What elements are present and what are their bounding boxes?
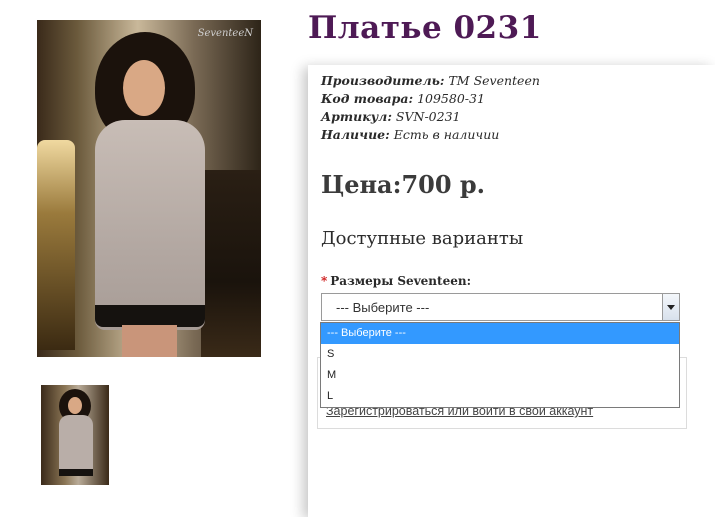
thumb-dress-hem — [59, 469, 93, 476]
model-dress — [95, 120, 205, 330]
size-field-label: * Размеры Seventeen: — [321, 274, 471, 288]
product-title: Платье 0231 — [308, 10, 542, 46]
dress-hem — [95, 305, 205, 327]
product-main-image[interactable]: SeventeeN — [37, 20, 261, 357]
fireplace-decor — [201, 170, 261, 357]
thumb-model-dress — [59, 415, 93, 475]
size-dropdown-list: --- Выберите --- S M L — [320, 322, 680, 408]
image-watermark: SeventeeN — [197, 28, 253, 39]
detail-manufacturer: Производитель: ТМ Seventeen — [321, 72, 540, 90]
detail-label: Код товара: — [321, 91, 414, 106]
size-option-l[interactable]: L — [321, 386, 679, 407]
product-thumbnail[interactable] — [41, 385, 109, 485]
detail-value: ТМ Seventeen — [448, 73, 540, 88]
detail-label: Наличие: — [321, 127, 390, 142]
product-price: Цена:700 р. — [321, 170, 486, 199]
detail-product-code: Код товара: 109580-31 — [321, 90, 485, 108]
size-option-s[interactable]: S — [321, 344, 679, 365]
thumb-model-face — [68, 397, 82, 414]
required-mark: * — [321, 274, 328, 288]
product-info-panel: Производитель: ТМ Seventeen Код товара: … — [308, 65, 715, 517]
detail-value: 109580-31 — [417, 91, 485, 106]
detail-value: Есть в наличии — [393, 127, 500, 142]
detail-sku: Артикул: SVN-0231 — [321, 108, 461, 126]
size-option-m[interactable]: M — [321, 365, 679, 386]
size-label-text: Размеры Seventeen: — [330, 274, 471, 288]
size-select-value: --- Выберите --- — [336, 300, 430, 315]
chevron-down-icon[interactable] — [662, 294, 679, 320]
lamp-decor — [37, 140, 75, 350]
detail-availability: Наличие: Есть в наличии — [321, 126, 499, 144]
model-face — [123, 60, 165, 116]
options-heading: Доступные варианты — [321, 228, 524, 249]
size-select[interactable]: --- Выберите --- — [321, 293, 680, 321]
detail-label: Производитель: — [321, 73, 445, 88]
detail-value: SVN-0231 — [395, 109, 461, 124]
model-legs — [122, 325, 177, 357]
size-option-placeholder[interactable]: --- Выберите --- — [321, 323, 679, 344]
detail-label: Артикул: — [321, 109, 392, 124]
